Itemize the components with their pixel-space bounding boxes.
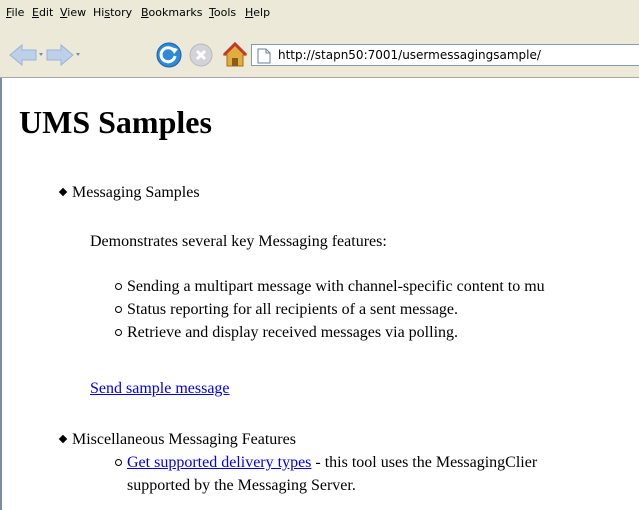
page-icon: [257, 48, 271, 64]
menu-bar: File Edit View History Bookmarks Tools H…: [0, 0, 639, 25]
url-text: http://stapn50:7001/usermessagingsample/: [278, 48, 541, 62]
bullet-disc: [58, 434, 68, 444]
section-misc-features-label: Miscellaneous Messaging Features: [72, 431, 296, 448]
menu-tools[interactable]: Tools: [209, 6, 236, 19]
bullet-circle: [115, 283, 122, 290]
navigation-toolbar: http://stapn50:7001/usermessagingsample/: [0, 25, 639, 78]
messaging-intro-text: Demonstrates several key Messaging featu…: [90, 233, 387, 250]
bullet-circle: [115, 329, 122, 336]
feature-item: Status reporting for all recipients of a…: [127, 301, 459, 318]
back-button[interactable]: [8, 43, 44, 67]
menu-file[interactable]: File: [6, 6, 24, 19]
menu-history[interactable]: History: [93, 6, 132, 19]
menu-edit[interactable]: Edit: [32, 6, 53, 19]
feature-item: Sending a multipart message with channel…: [127, 278, 545, 295]
menu-bookmarks[interactable]: Bookmarks: [141, 6, 202, 19]
feature-item: Retrieve and display received messages v…: [127, 324, 459, 341]
get-supported-delivery-types-link[interactable]: Get supported delivery types: [127, 454, 311, 471]
misc-item-description: - this tool uses the MessagingClier: [311, 454, 538, 471]
menu-help[interactable]: Help: [245, 6, 270, 19]
page-content: UMS Samples Messaging Samples Demonstrat…: [0, 78, 639, 510]
forward-button[interactable]: [45, 43, 81, 67]
reload-button[interactable]: [155, 41, 183, 69]
bullet-disc: [58, 187, 68, 197]
stop-button[interactable]: [188, 42, 214, 68]
page-title: UMS Samples: [19, 104, 212, 140]
bullet-circle: [115, 306, 122, 313]
home-button[interactable]: [221, 41, 249, 69]
section-messaging-samples-label: Messaging Samples: [72, 184, 200, 201]
menu-view[interactable]: View: [60, 6, 86, 19]
misc-item: Get supported delivery types - this tool…: [127, 453, 537, 473]
send-sample-message-link[interactable]: Send sample message: [90, 379, 230, 399]
bullet-circle: [115, 459, 122, 466]
misc-item-description-continued: supported by the Messaging Server.: [127, 477, 356, 494]
address-bar[interactable]: http://stapn50:7001/usermessagingsample/: [251, 44, 639, 66]
